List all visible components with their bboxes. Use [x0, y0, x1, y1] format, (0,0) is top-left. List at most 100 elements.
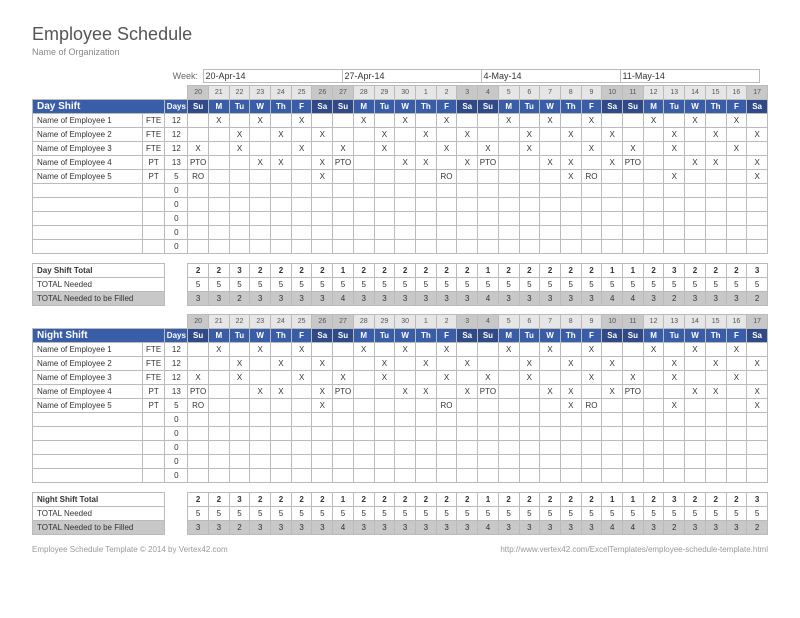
cell: X: [643, 343, 664, 357]
cell: [395, 226, 416, 240]
cell: 2: [229, 521, 250, 535]
employee-days: 5: [165, 399, 188, 413]
cell: 2: [747, 292, 768, 306]
cell: [395, 399, 416, 413]
cell: 1: [478, 264, 499, 278]
cell: [540, 198, 561, 212]
cell: [643, 357, 664, 371]
employee-days: 12: [165, 357, 188, 371]
cell: X: [188, 371, 209, 385]
cell: [208, 371, 229, 385]
cell: 2: [643, 264, 664, 278]
employee-name: Name of Employee 4: [33, 385, 143, 399]
cell: [395, 427, 416, 441]
cell: [664, 212, 685, 226]
cell: [271, 399, 292, 413]
date-num: 13: [664, 315, 685, 329]
cell: [250, 441, 271, 455]
cell: [602, 184, 623, 198]
cell: [208, 128, 229, 142]
cell: 4: [602, 521, 623, 535]
dow-header: F: [726, 100, 747, 114]
dow-header: M: [498, 329, 519, 343]
cell: [312, 114, 333, 128]
cell: 5: [271, 278, 292, 292]
cell: 3: [540, 521, 561, 535]
cell: RO: [188, 399, 209, 413]
cell: 3: [747, 264, 768, 278]
week-date-2[interactable]: 4-May-14: [481, 69, 621, 83]
org-name: Name of Organization: [32, 47, 768, 57]
dow-header: Tu: [664, 100, 685, 114]
cell: [312, 469, 333, 483]
cell: 5: [685, 278, 706, 292]
cell: [208, 156, 229, 170]
cell: [540, 212, 561, 226]
cell: [560, 184, 581, 198]
cell: 3: [705, 292, 726, 306]
cell: 3: [353, 292, 374, 306]
cell: [333, 357, 354, 371]
date-num: 15: [705, 86, 726, 100]
cell: [457, 114, 478, 128]
cell: [726, 226, 747, 240]
cell: 5: [333, 278, 354, 292]
cell: [188, 469, 209, 483]
cell: [291, 212, 312, 226]
cell: [623, 184, 644, 198]
cell: [208, 357, 229, 371]
cell: PTO: [333, 156, 354, 170]
cell: [498, 240, 519, 254]
cell: [478, 399, 499, 413]
cell: [188, 128, 209, 142]
cell: [581, 441, 602, 455]
dow-header: Tu: [229, 329, 250, 343]
cell: [271, 198, 292, 212]
cell: X: [291, 343, 312, 357]
dow-header: F: [291, 329, 312, 343]
dow-header: Th: [271, 100, 292, 114]
cell: [415, 413, 436, 427]
date-num: 8: [560, 86, 581, 100]
cell: 3: [457, 292, 478, 306]
cell: 2: [581, 264, 602, 278]
cell: [208, 427, 229, 441]
week-date-1[interactable]: 27-Apr-14: [342, 69, 482, 83]
week-date-0[interactable]: 20-Apr-14: [203, 69, 343, 83]
cell: [250, 371, 271, 385]
date-num: 23: [250, 86, 271, 100]
cell: 3: [643, 521, 664, 535]
cell: [643, 184, 664, 198]
cell: 2: [229, 292, 250, 306]
empty-days: 0: [165, 455, 188, 469]
cell: PTO: [623, 156, 644, 170]
cell: [623, 469, 644, 483]
date-num: 4: [478, 86, 499, 100]
dow-header: Th: [271, 329, 292, 343]
cell: [395, 184, 416, 198]
cell: [623, 212, 644, 226]
cell: [705, 455, 726, 469]
cell: 5: [374, 278, 395, 292]
cell: 2: [208, 493, 229, 507]
cell: [643, 156, 664, 170]
cell: [519, 114, 540, 128]
week-date-3[interactable]: 11-May-14: [620, 69, 760, 83]
cell: [705, 469, 726, 483]
cell: X: [602, 156, 623, 170]
dow-header: Tu: [519, 329, 540, 343]
cell: 3: [498, 292, 519, 306]
cell: [685, 170, 706, 184]
cell: [643, 441, 664, 455]
cell: [457, 413, 478, 427]
cell: [498, 198, 519, 212]
cell: [602, 212, 623, 226]
cell: [705, 212, 726, 226]
cell: [726, 128, 747, 142]
empty-type: [142, 469, 165, 483]
cell: 3: [271, 292, 292, 306]
cell: 5: [395, 278, 416, 292]
cell: X: [664, 142, 685, 156]
cell: X: [271, 156, 292, 170]
date-num: 24: [271, 315, 292, 329]
